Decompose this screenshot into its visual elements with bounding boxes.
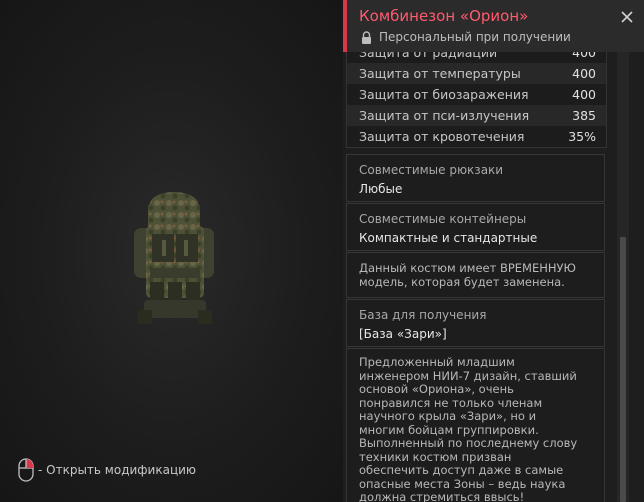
acquisition-base-block: База для получения [База «Зари»]: [346, 299, 605, 347]
protection-stats-table: Защита от радиации 400 Защита от темпера…: [346, 52, 607, 148]
stat-value: 400: [572, 52, 596, 60]
open-modification-hint: - Открыть модификацию: [18, 457, 196, 483]
compatible-backpacks-label: Совместимые рюкзаки: [359, 163, 504, 177]
stat-row-bleeding: Защита от кровотечения 35%: [347, 126, 606, 147]
details-scrollbar[interactable]: [617, 52, 629, 502]
compatible-containers-value: Компактные и стандартные: [359, 231, 538, 245]
acquisition-base-value: [База «Зари»]: [359, 327, 447, 341]
notice-text: Данный костюм имеет ВРЕМЕННУЮ модель, ко…: [359, 261, 576, 289]
item-details-scroll-area[interactable]: Защита от радиации 400 Защита от темпера…: [346, 52, 629, 502]
stat-label: Защита от радиации: [359, 52, 498, 60]
stat-value: 400: [572, 66, 596, 81]
stat-value: 400: [572, 87, 596, 102]
stat-label: Защита от пси-излучения: [359, 108, 530, 123]
stat-row-biohazard: Защита от биозаражения 400: [347, 84, 606, 105]
stat-row-psy: Защита от пси-излучения 385: [347, 105, 606, 126]
scrollbar-thumb[interactable]: [620, 237, 626, 502]
acquisition-base-label: База для получения: [359, 308, 487, 322]
stat-value: 385: [572, 108, 596, 123]
item-info-panel: Защита от радиации 400 Защита от темпера…: [343, 0, 644, 502]
stat-row-radiation: Защита от радиации 400: [347, 52, 606, 63]
stat-label: Защита от температуры: [359, 66, 521, 81]
compatible-backpacks-block: Совместимые рюкзаки Любые: [346, 154, 605, 202]
close-button[interactable]: [616, 6, 638, 28]
close-icon: [621, 11, 633, 23]
item-header: Комбинезон «Орион» Персональный при полу…: [343, 0, 644, 52]
temporary-model-notice: Данный костюм имеет ВРЕМЕННУЮ модель, ко…: [346, 252, 605, 298]
stat-label: Защита от кровотечения: [359, 129, 525, 144]
item-preview-panel: - Открыть модификацию: [0, 0, 343, 502]
compatible-containers-label: Совместимые контейнеры: [359, 212, 527, 226]
compatible-backpacks-value: Любые: [359, 182, 403, 196]
stat-label: Защита от биозаражения: [359, 87, 529, 102]
hint-text: - Открыть модификацию: [38, 463, 197, 477]
item-lore-block: Предложенный младшим инженером НИИ-7 диз…: [346, 348, 605, 502]
armor-suit-image: [134, 192, 214, 324]
binding-text: Персональный при получении: [379, 30, 571, 44]
compatible-containers-block: Совместимые контейнеры Компактные и стан…: [346, 203, 605, 251]
stat-row-temperature: Защита от температуры 400: [347, 63, 606, 84]
item-title: Комбинезон «Орион»: [359, 7, 529, 25]
lore-text: Предложенный младшим инженером НИИ-7 диз…: [359, 355, 578, 502]
stat-value: 35%: [568, 129, 596, 144]
binding-status: Персональный при получении: [361, 30, 571, 44]
lock-icon: [362, 30, 371, 44]
mouse-icon: [18, 458, 34, 482]
